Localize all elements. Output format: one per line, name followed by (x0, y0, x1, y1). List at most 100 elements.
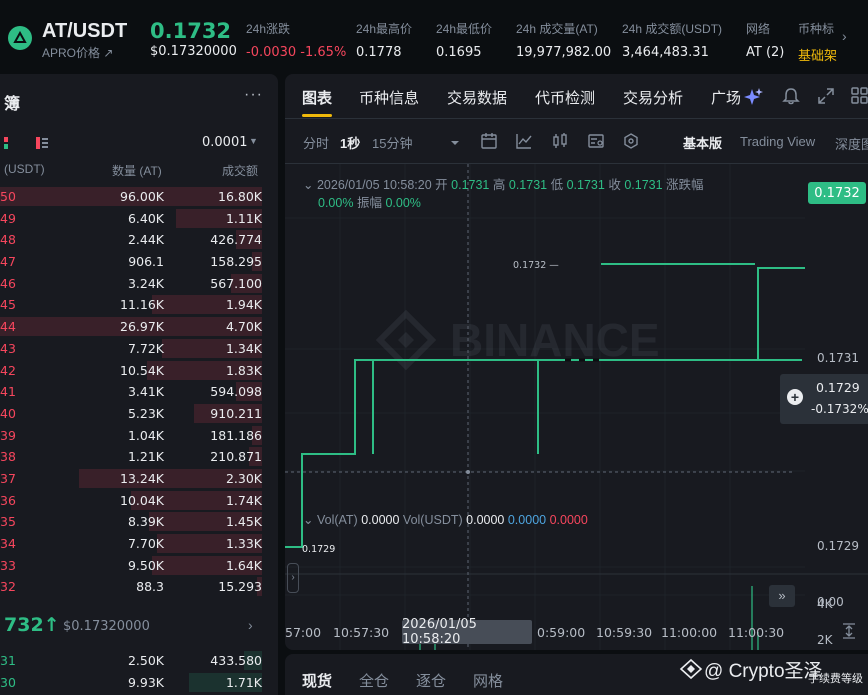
more-options-icon[interactable]: ··· (244, 86, 263, 104)
vol-ma1-value: 0.0000 (507, 513, 547, 527)
pair-title[interactable]: AT/USDT (42, 20, 127, 43)
candle-type-icon[interactable] (551, 132, 569, 150)
tab-square[interactable]: 广场 (711, 87, 741, 108)
row-price: 41 (0, 384, 16, 400)
tab-trade-analysis[interactable]: 交易分析 (623, 87, 683, 108)
tick-size-select[interactable]: 0.0001 (202, 135, 248, 150)
row-qty: 6.40K (127, 210, 164, 226)
volume-legend: ⌄ Vol(AT) 0.0000 Vol(USDT) 0.0000 0.0000… (303, 512, 588, 527)
stat-value: 基础架 (798, 48, 838, 63)
order-book-row[interactable]: 32 88.3 15.293 (0, 576, 278, 598)
row-price: 44 (0, 319, 16, 335)
tab-grid[interactable]: 网格 (473, 670, 503, 691)
crosshair-price: 0.1729 (816, 380, 860, 395)
hexagon-settings-icon[interactable] (622, 132, 640, 150)
order-book-row[interactable]: 33 9.50K 1.64K (0, 555, 278, 577)
vol-ma2-value: 0.0000 (549, 513, 588, 527)
stat-24h-volume: 24h 成交量(AT) 19,977,982.00 (516, 20, 611, 60)
scroll-to-latest-icon[interactable]: » (769, 585, 795, 607)
order-book-row[interactable]: 39 1.04K 181.186 (0, 425, 278, 447)
order-book-row[interactable]: 47 906.1 158.295 (0, 251, 278, 273)
time-axis-label: 11:00:00 (661, 625, 718, 640)
chevron-right-icon[interactable]: › (842, 28, 847, 44)
stat-network[interactable]: 网络 AT (2) (746, 20, 784, 60)
add-alert-icon[interactable]: + (787, 389, 803, 405)
order-book-row[interactable]: 36 10.04K 1.74K (0, 490, 278, 512)
order-book-row[interactable]: 41 3.41K 594.098 (0, 381, 278, 403)
collapse-icon[interactable]: ⌄ (303, 513, 313, 527)
tab-trading-data[interactable]: 交易数据 (447, 87, 507, 108)
tf-15m[interactable]: 15分钟 (372, 133, 412, 152)
version-tradingview-button[interactable]: Trading View (740, 134, 815, 149)
order-book-row[interactable]: 40 5.23K 910.211 (0, 403, 278, 425)
stat-24h-turnover: 24h 成交额(USDT) 3,464,483.31 (622, 20, 722, 60)
settings-panel-icon[interactable] (587, 132, 605, 150)
row-price: 37 (0, 470, 16, 486)
tab-isolated[interactable]: 逐仓 (416, 670, 446, 691)
expand-icon[interactable] (816, 86, 836, 106)
tab-spot[interactable]: 现货 (302, 670, 332, 691)
expand-left-icon[interactable]: › (287, 563, 299, 593)
ohlc-legend-row2: 0.00% 振幅 0.00% (318, 192, 421, 211)
crosshair-time-tag: 2026/01/05 10:58:20 (402, 617, 532, 647)
watermark-text: BINANCE (450, 314, 660, 366)
high-marker: 0.1732 — (513, 260, 559, 271)
order-book-row[interactable]: 43 7.72K 1.34K (0, 338, 278, 360)
order-book-row[interactable]: 44 26.97K 4.70K (0, 316, 278, 338)
row-total: 1.83K (225, 362, 262, 378)
row-total: 181.186 (210, 427, 262, 443)
layout-grid-icon[interactable] (850, 86, 868, 106)
order-book-row[interactable]: 31 2.50K 433.580 (0, 650, 278, 672)
row-price: 30 (0, 674, 16, 690)
row-price: 47 (0, 254, 16, 270)
legend-open: 0.1731 (451, 178, 490, 192)
collapse-icon[interactable]: ⌄ (303, 178, 313, 192)
stat-token-tag[interactable]: 币种标 基础架 (798, 20, 838, 64)
tf-1s[interactable]: 1秒 (340, 133, 360, 152)
chevron-right-icon[interactable]: › (248, 617, 253, 633)
tf-timeline[interactable]: 分时 (303, 133, 329, 152)
order-book-row[interactable]: 49 6.40K 1.11K (0, 208, 278, 230)
crosshair-dot (466, 470, 470, 474)
version-basic-button[interactable]: 基本版 (683, 133, 722, 152)
version-depth-button[interactable]: 深度图 (835, 134, 868, 153)
order-book-row[interactable]: 45 11.16K 1.94K (0, 294, 278, 316)
bell-icon[interactable] (781, 86, 801, 106)
time-axis-label: 0:59:00 (537, 625, 586, 640)
order-book-row[interactable]: 50 96.00K 16.80K (0, 186, 278, 208)
order-book-row[interactable]: 42 10.54K 1.83K (0, 360, 278, 382)
row-price: 50 (0, 189, 16, 204)
order-book-row[interactable]: 46 3.24K 567.100 (0, 273, 278, 295)
order-book-row[interactable]: 37 13.24K 2.30K (0, 468, 278, 490)
row-price: 36 (0, 492, 16, 508)
legend-open-label: 开 (435, 178, 448, 192)
calendar-icon[interactable] (480, 132, 498, 150)
tab-token-check[interactable]: 代币检测 (535, 87, 595, 108)
fit-scale-icon[interactable] (841, 623, 857, 639)
book-view-both-icon[interactable] (4, 137, 16, 149)
pair-subtitle-link[interactable]: APRO价格 ↗ (42, 44, 113, 61)
row-qty: 3.41K (127, 384, 164, 400)
tab-token-info[interactable]: 币种信息 (359, 87, 419, 108)
order-book-row[interactable]: 38 1.21K 210.871 (0, 446, 278, 468)
chevron-down-icon[interactable]: ▼ (249, 136, 258, 146)
ticker-header: AT/USDT APRO价格 ↗ 0.1732 $0.17320000 24h涨… (0, 0, 868, 72)
row-total: 1.33K (225, 536, 262, 551)
tab-cross[interactable]: 全仓 (359, 670, 389, 691)
mid-price-usd: $0.17320000 (63, 619, 150, 634)
order-book-row[interactable]: 30 9.93K 1.71K (0, 672, 278, 694)
order-book-row[interactable]: 48 2.44K 426.774 (0, 229, 278, 251)
legend-high: 0.1731 (508, 178, 548, 192)
more-timeframes-icon[interactable] (446, 134, 464, 152)
low-marker: 0.1729 (302, 544, 335, 555)
row-total: 210.871 (210, 449, 262, 465)
tab-chart[interactable]: 图表 (302, 87, 332, 108)
col-header-price: (USDT) (4, 162, 45, 176)
price-line-end (755, 267, 805, 361)
legend-change-label: 涨跌幅 (666, 178, 704, 192)
order-book-row[interactable]: 34 7.70K 1.33K (0, 533, 278, 555)
indicator-icon[interactable] (515, 132, 533, 150)
fee-level-link[interactable]: 手续费等级 (808, 670, 863, 686)
order-book-row[interactable]: 35 8.39K 1.45K (0, 511, 278, 533)
book-view-asks-icon[interactable] (36, 137, 48, 149)
